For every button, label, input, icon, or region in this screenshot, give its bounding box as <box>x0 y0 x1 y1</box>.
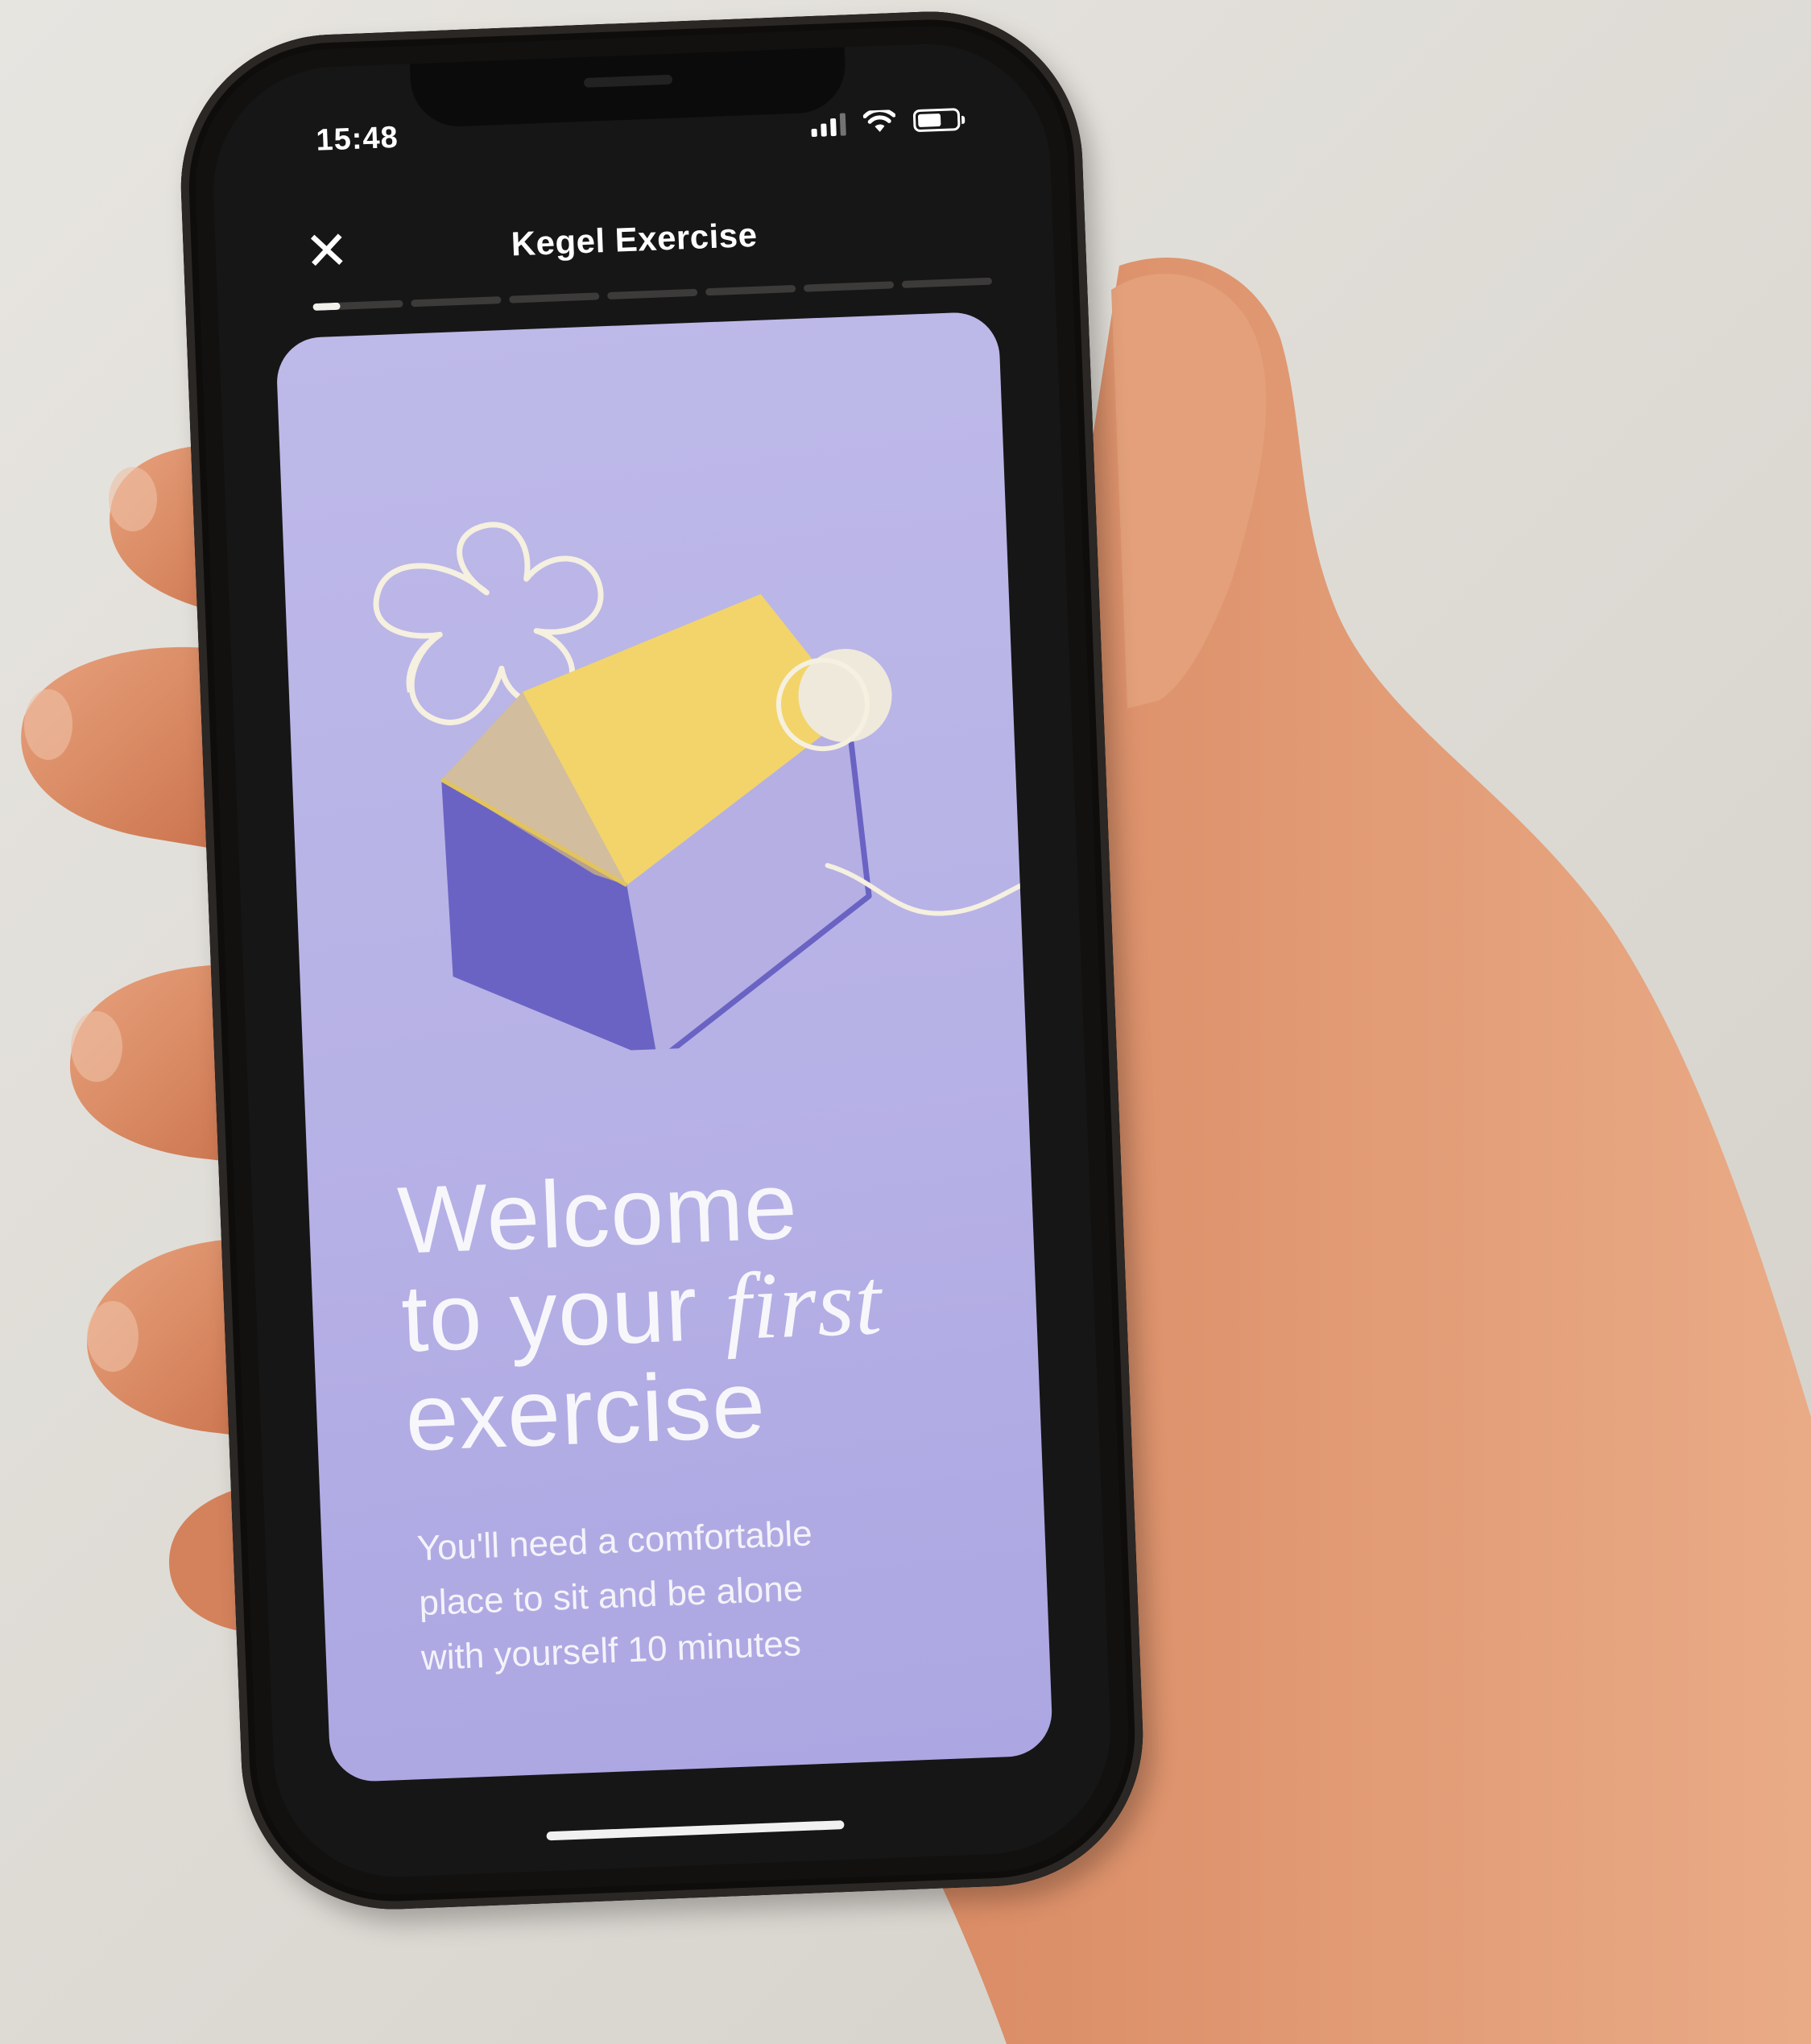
page-title: Kegel Exercise <box>510 215 759 263</box>
progress-segment <box>509 292 600 304</box>
phone-device: 15:48 ✕ Kegel Exercise Welcome to your f… <box>175 6 1149 1915</box>
welcome-card: Welcome to your first exercise You'll ne… <box>275 311 1054 1783</box>
house-illustration <box>373 522 1040 1062</box>
progress-segment <box>312 299 403 312</box>
battery-fill <box>917 113 941 128</box>
speaker-grille <box>583 74 673 88</box>
progress-segment <box>607 288 698 299</box>
step-progress-bar <box>312 277 993 312</box>
progress-segment-fill <box>312 302 341 312</box>
status-time: 15:48 <box>315 120 399 158</box>
headline-emphasis: first <box>722 1248 884 1361</box>
welcome-headline: Welcome to your first exercise <box>396 1146 1053 1472</box>
progress-segment <box>411 296 502 308</box>
progress-segment <box>803 281 895 292</box>
cellular-signal-icon <box>811 111 846 138</box>
headline-line-3: exercise <box>403 1351 768 1472</box>
progress-segment <box>705 285 796 296</box>
photo-scene: 15:48 ✕ Kegel Exercise Welcome to your f… <box>0 0 1811 2044</box>
status-icons <box>811 107 961 138</box>
welcome-description: You'll need a comfortable place to sit a… <box>416 1500 986 1686</box>
battery-icon <box>912 108 961 133</box>
home-indicator[interactable] <box>546 1820 845 1841</box>
wifi-icon <box>862 109 896 132</box>
phone-screen: 15:48 ✕ Kegel Exercise Welcome to your f… <box>209 39 1115 1882</box>
progress-segment <box>901 277 993 288</box>
